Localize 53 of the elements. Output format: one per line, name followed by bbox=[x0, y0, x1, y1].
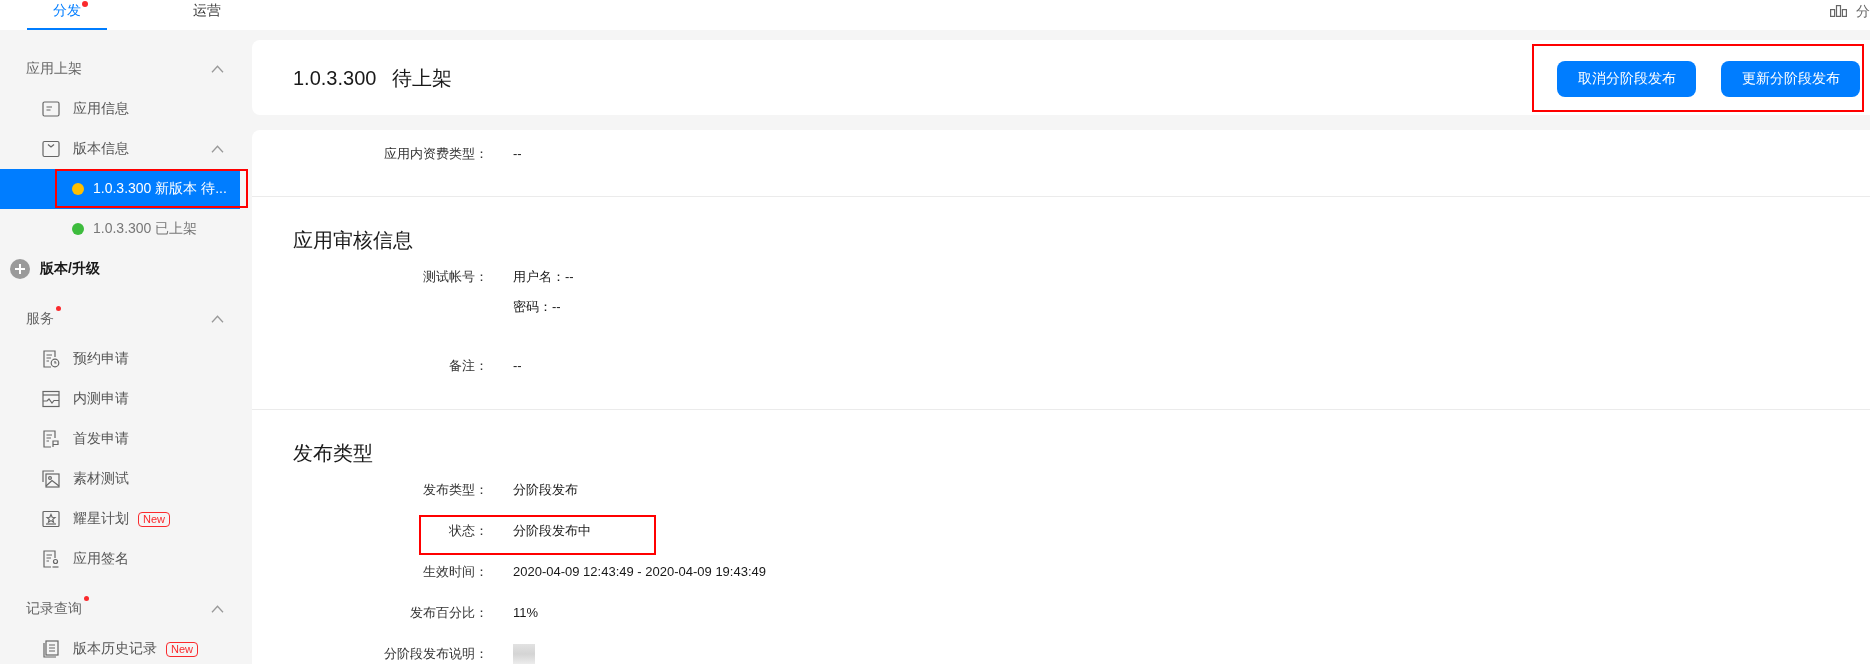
field-label: 生效时间： bbox=[422, 563, 488, 581]
field-value: 11% bbox=[513, 604, 539, 622]
plus-circle-icon bbox=[10, 259, 30, 279]
sidebar-item[interactable]: 素材测试 bbox=[0, 459, 240, 499]
sidebar-item[interactable]: 耀星计划 New bbox=[0, 499, 240, 539]
document-list-icon bbox=[42, 640, 60, 658]
field-value: 密码：-- bbox=[513, 298, 562, 316]
new-badge: New bbox=[166, 641, 198, 657]
field-value: 用户名：-- bbox=[513, 268, 574, 286]
sidebar-section-header[interactable]: 服务 bbox=[0, 299, 240, 339]
top-menu-label[interactable]: 分 bbox=[1856, 2, 1870, 20]
new-badge: New bbox=[138, 511, 170, 527]
sidebar-section-header[interactable]: 记录查询 bbox=[0, 589, 240, 629]
field-value: 分阶段发布 bbox=[513, 481, 578, 499]
field-label: 状态： bbox=[448, 522, 488, 540]
image-icon bbox=[42, 470, 60, 488]
sidebar-add-item[interactable]: 版本/升级 bbox=[0, 249, 240, 289]
status-title: 待上架 bbox=[392, 65, 453, 91]
redacted-block bbox=[513, 644, 535, 664]
document-person-icon bbox=[42, 550, 60, 568]
field-label: 发布类型： bbox=[422, 481, 488, 499]
field-label: 应用内资费类型： bbox=[383, 145, 488, 163]
section-heading: 发布类型 bbox=[293, 441, 374, 466]
star-frame-icon bbox=[42, 510, 60, 528]
window-wave-icon bbox=[42, 390, 60, 408]
field-value: 2020-04-09 12:43:49 - 2020-04-09 19:43:49 bbox=[513, 563, 766, 581]
version-title: 1.0.3.300 bbox=[293, 65, 377, 91]
sidebar-item[interactable]: 版本历史记录 New bbox=[0, 629, 240, 664]
text-card-icon bbox=[42, 100, 60, 118]
sidebar-item[interactable]: 应用信息 bbox=[0, 89, 240, 129]
sidebar-item[interactable]: 版本信息 bbox=[0, 129, 240, 169]
document-clock-icon bbox=[42, 350, 60, 368]
version-item[interactable]: 1.0.3.300 已上架 bbox=[0, 209, 240, 249]
document-flag-icon bbox=[42, 430, 60, 448]
field-value: -- bbox=[513, 145, 522, 163]
box-icon bbox=[42, 140, 60, 158]
field-label: 发布百分比： bbox=[409, 604, 488, 622]
field-value: -- bbox=[513, 357, 522, 375]
sidebar-item[interactable]: 预约申请 bbox=[0, 339, 240, 379]
field-label: 分阶段发布说明： bbox=[383, 645, 488, 663]
field-value: 分阶段发布中 bbox=[513, 522, 591, 540]
bar-chart-icon[interactable] bbox=[1830, 5, 1847, 17]
sidebar-section-header[interactable]: 应用上架 bbox=[0, 49, 240, 89]
section-heading: 应用审核信息 bbox=[293, 228, 414, 253]
field-label: 测试帐号： bbox=[422, 268, 488, 286]
action-button[interactable]: 取消分阶段发布 bbox=[1557, 60, 1696, 97]
field-label: 备注： bbox=[448, 357, 488, 375]
top-tab[interactable]: 运营 bbox=[167, 0, 247, 30]
action-button[interactable]: 更新分阶段发布 bbox=[1721, 60, 1860, 97]
sidebar-item[interactable]: 内测申请 bbox=[0, 379, 240, 419]
sidebar-item[interactable]: 首发申请 bbox=[0, 419, 240, 459]
top-tab[interactable]: 分发 bbox=[27, 0, 107, 30]
sidebar-item[interactable]: 应用签名 bbox=[0, 539, 240, 579]
